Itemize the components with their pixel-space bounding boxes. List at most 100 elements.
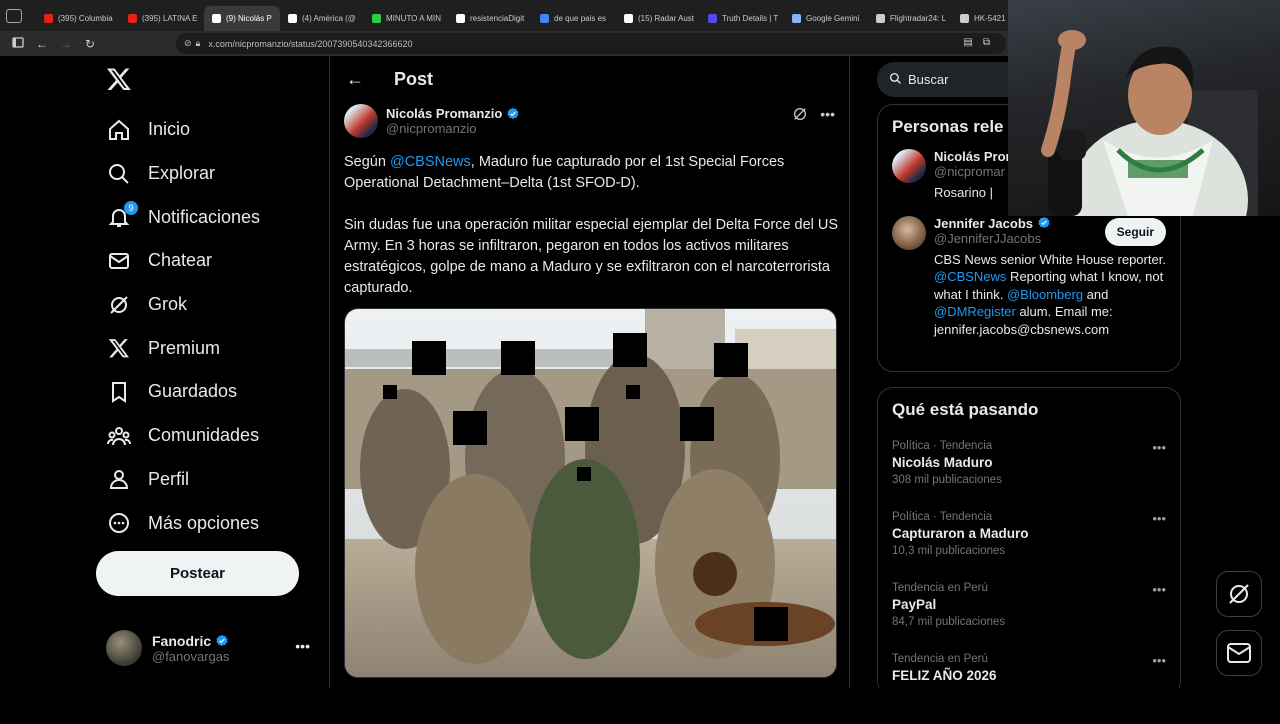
censor-block [680, 407, 714, 441]
browser-tab[interactable]: MINUTO A MIN [364, 6, 448, 31]
trends-card: Qué está pasando Política · Tendencia Nic… [877, 387, 1181, 697]
trend-item[interactable]: Política · Tendencia Capturaron a Maduro 1… [878, 511, 1180, 582]
sidebar-item-m-s-opciones[interactable]: Más opciones [106, 501, 260, 545]
trend-name: PayPal [892, 597, 937, 612]
sidebar-item-label: Chatear [148, 250, 213, 271]
sidebar-item-perfil[interactable]: Perfil [106, 458, 260, 502]
person-name[interactable]: Jennifer Jacobs [934, 216, 1033, 231]
screenshot-icon[interactable]: ⧉ [983, 37, 990, 48]
tab-label: (4) América (@ [302, 14, 356, 23]
more-icon[interactable]: ••• [1152, 582, 1166, 597]
verified-badge-icon [507, 107, 519, 119]
tab-label: Truth Details | T [722, 14, 779, 23]
follow-button[interactable]: Seguir [1104, 217, 1166, 246]
sidebar-item-label: Comunidades [148, 425, 260, 446]
account-switcher[interactable]: Fanodric @fanovargas ••• [106, 630, 316, 666]
account-name: Fanodric [152, 632, 212, 649]
trend-count: 10,3 mil publicaciones [892, 545, 1006, 557]
browser-tab[interactable]: (9) Nicolás P× [204, 6, 280, 31]
browser-tab[interactable]: (15) Radar Aust [616, 6, 700, 31]
sidebar-item-guardados[interactable]: Guardados [106, 370, 260, 414]
notification-badge: 9 [124, 201, 138, 216]
mail-icon [106, 248, 132, 274]
browser-tab[interactable]: Flightradar24: L [868, 6, 952, 31]
favicon-icon [624, 14, 633, 23]
avatar[interactable] [892, 215, 926, 250]
sidebar-item-notificaciones[interactable]: 9 Notificaciones [106, 195, 260, 239]
reader-icon[interactable]: ▤ [963, 37, 972, 48]
browser-tab[interactable]: Google Gemini [784, 6, 868, 31]
forward-nav-icon[interactable]: → [54, 37, 78, 51]
url-text: x.com/nicpromanzio/status/20073905403423… [208, 38, 413, 49]
mention-link[interactable]: @CBSNews [390, 154, 471, 170]
sidebar-item-label: Más opciones [148, 512, 260, 533]
sidebar-item-grok[interactable]: Grok [106, 283, 260, 327]
browser-tab[interactable]: (4) América (@ [280, 6, 364, 31]
post-author[interactable]: Nicolás Promanzio @nicpromanzio [344, 104, 520, 138]
trend-context: Tendencia en Perú [892, 653, 988, 665]
communities-icon [106, 423, 132, 449]
post-image[interactable] [344, 308, 837, 678]
more-circle-icon [106, 510, 132, 536]
trend-item[interactable]: Tendencia en Perú PayPal 84,7 mil publicac… [878, 582, 1180, 653]
sidebar-item-comunidades[interactable]: Comunidades [106, 414, 260, 458]
tab-label: Google Gemini [806, 14, 860, 23]
favicon-icon [288, 14, 297, 23]
search-input[interactable]: Buscar [877, 62, 1017, 97]
person-item[interactable]: Jennifer Jacobs @JenniferJJacobs CBS New… [878, 215, 1180, 339]
lock-icon: 🔒︎ [195, 38, 201, 48]
grok-float-button[interactable] [1216, 571, 1262, 617]
more-icon[interactable]: ••• [820, 106, 835, 122]
censor-block [565, 407, 599, 441]
sidebar-item-chatear[interactable]: Chatear [106, 239, 260, 283]
sidebar-item-inicio[interactable]: Inicio [106, 108, 260, 152]
more-icon[interactable]: ••• [295, 638, 310, 654]
author-name[interactable]: Nicolás Promanzio [386, 106, 502, 121]
author-handle[interactable]: @nicpromanzio [386, 121, 520, 136]
browser-tab[interactable]: de que pais es [532, 6, 616, 31]
streamer-video [1041, 30, 1258, 216]
browser-tab[interactable]: (395) Columbia [36, 6, 120, 31]
reload-icon[interactable]: ↻ [78, 37, 102, 51]
avatar[interactable] [892, 149, 926, 183]
tab-label: (395) Columbia [58, 14, 113, 23]
browser-tab[interactable]: (395) LATINA E [120, 6, 204, 31]
browser-tab[interactable]: resistenciaDigit [448, 6, 532, 31]
browser-tab[interactable]: Truth Details | T [700, 6, 784, 31]
more-icon[interactable]: ••• [1152, 511, 1166, 526]
censor-block [453, 411, 487, 445]
sidebar-item-label: Inicio [148, 119, 191, 140]
avatar[interactable] [344, 104, 378, 138]
censor-block [383, 385, 397, 399]
sidebar-toggle-icon[interactable] [6, 36, 30, 51]
mention-link[interactable]: @DMRegister [934, 304, 1016, 319]
messages-float-button[interactable] [1216, 630, 1262, 676]
favicon-icon [792, 14, 801, 23]
x-logo-icon[interactable] [106, 66, 132, 92]
mention-link[interactable]: @CBSNews [934, 269, 1006, 284]
url-field[interactable]: ⊘ 🔒︎ x.com/nicpromanzio/status/200739054… [176, 33, 1006, 54]
site-info-icon[interactable]: ⊘ [184, 38, 192, 49]
trend-context: Política · Tendencia [892, 511, 993, 523]
more-icon[interactable]: ••• [1152, 440, 1166, 455]
sidebar-item-premium[interactable]: Premium [106, 326, 260, 370]
post-header: ← Post [330, 56, 849, 102]
post-button[interactable]: Postear [96, 551, 299, 596]
tab-label: resistenciaDigit [470, 14, 525, 23]
back-nav-icon[interactable]: ← [30, 37, 54, 51]
trend-item[interactable]: Política · Tendencia Nicolás Maduro 308 mi… [878, 440, 1180, 511]
sidebar-item-label: Grok [148, 294, 188, 315]
back-arrow-icon[interactable]: ← [346, 69, 364, 90]
favicon-icon [960, 14, 969, 23]
censor-block [714, 343, 748, 377]
post-detail: ← Post Nicolás Promanzio @nicpromanzio •… [330, 56, 850, 688]
home-icon [106, 117, 132, 143]
grok-icon[interactable] [792, 106, 808, 122]
trend-count: 308 mil publicaciones [892, 474, 1002, 486]
sidebar-item-explorar[interactable]: Explorar [106, 152, 260, 196]
tab-actions-icon[interactable] [6, 8, 22, 23]
page-title: Post [394, 68, 434, 89]
mention-link[interactable]: @Bloomberg [1007, 287, 1083, 302]
more-icon[interactable]: ••• [1152, 653, 1166, 668]
censor-block [626, 385, 640, 399]
